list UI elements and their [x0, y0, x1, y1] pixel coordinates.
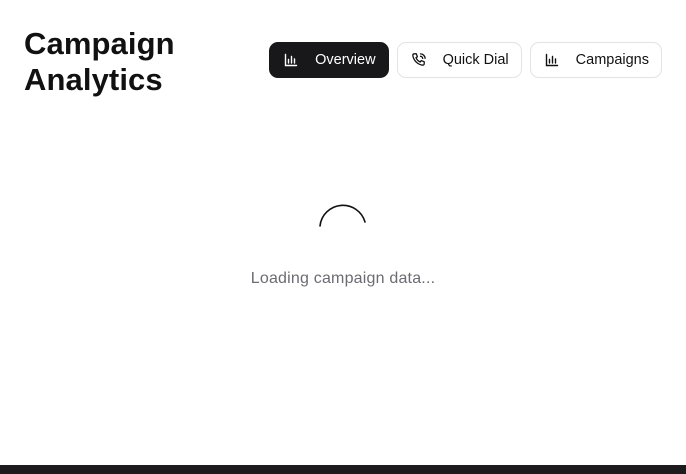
campaigns-button-label: Campaigns [575, 52, 649, 68]
overview-button-label: Overview [315, 52, 376, 68]
campaigns-button[interactable]: Campaigns [529, 42, 662, 78]
loading-state: Loading campaign data... [0, 203, 686, 288]
page-header: Campaign Analytics Overview Quick Dial C… [24, 26, 662, 98]
page-title-line-2: Analytics [24, 62, 163, 97]
quick-dial-button-label: Quick Dial [442, 52, 509, 68]
overview-button[interactable]: Overview [269, 42, 389, 78]
loading-message: Loading campaign data... [250, 270, 436, 287]
view-nav: Overview Quick Dial Campaigns [269, 42, 662, 78]
loading-spinner-icon [319, 204, 366, 227]
bar-chart-icon [544, 52, 560, 68]
app-page: Campaign Analytics Overview Quick Dial C… [0, 0, 686, 474]
quick-dial-button[interactable]: Quick Dial [396, 42, 522, 78]
bar-chart-icon [283, 52, 299, 68]
page-title-line-1: Campaign [24, 26, 175, 61]
phone-icon [411, 52, 427, 68]
page-title: Campaign Analytics [24, 26, 204, 98]
bottom-bar [0, 465, 686, 474]
